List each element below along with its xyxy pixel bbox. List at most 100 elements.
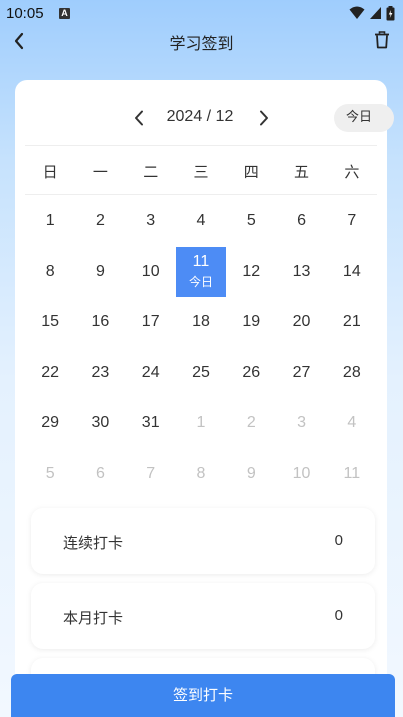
calendar-day[interactable]: 8 — [176, 449, 226, 499]
calendar-week-row: 8 9 10 11 今日 12 13 14 — [25, 246, 377, 297]
today-marker: 今日 — [188, 275, 213, 289]
calendar-day[interactable]: 4 — [327, 398, 377, 448]
calendar-day[interactable]: 16 — [75, 297, 125, 347]
calendar-day[interactable]: 18 — [176, 297, 226, 347]
delete-button[interactable] — [371, 29, 393, 51]
page-title: 学习签到 — [169, 34, 234, 53]
signal-icon — [370, 7, 381, 19]
next-month-button[interactable] — [253, 106, 275, 130]
calendar-day[interactable]: 7 — [327, 196, 377, 246]
day-number: 14 — [342, 262, 361, 280]
calendar-day[interactable]: 1 — [25, 196, 75, 246]
checkin-button[interactable]: 签到打卡 — [11, 674, 395, 717]
chevron-right-icon — [260, 110, 268, 126]
calendar-day[interactable]: 6 — [276, 196, 326, 246]
day-number: 15 — [41, 313, 60, 330]
day-number: 28 — [342, 363, 361, 381]
calendar-day[interactable]: 22 — [25, 348, 75, 398]
month-navigator: 2024 / 12 今日 — [15, 100, 394, 136]
calendar-day[interactable]: 23 — [75, 348, 125, 398]
calendar-day[interactable]: 31 — [126, 398, 176, 448]
calendar-day[interactable]: 5 — [226, 196, 276, 246]
calendar-day[interactable]: 17 — [126, 297, 176, 347]
streak-value: 0 — [334, 532, 343, 549]
status-icons — [349, 5, 395, 21]
calendar-day[interactable]: 27 — [276, 348, 326, 398]
day-number: 21 — [342, 313, 361, 330]
calendar-day[interactable]: 30 — [75, 398, 125, 448]
wifi-icon — [349, 6, 365, 19]
calendar-day[interactable]: 9 — [226, 449, 276, 499]
calendar-day[interactable]: 2 — [226, 398, 276, 448]
weekday-label: 二 — [143, 163, 159, 181]
calendar-day[interactable]: 14 — [327, 247, 377, 297]
day-number: 2 — [246, 414, 256, 431]
day-number: 7 — [146, 464, 156, 482]
calendar-day[interactable]: 12 — [226, 247, 276, 297]
calendar-day[interactable]: 26 — [226, 348, 276, 398]
calendar-day[interactable]: 10 — [126, 247, 176, 297]
calendar-week-row: 1 2 3 4 5 6 7 — [25, 196, 377, 246]
day-number: 1 — [196, 414, 206, 431]
calendar-day[interactable]: 20 — [276, 297, 326, 347]
calendar-day[interactable]: 10 — [276, 449, 326, 499]
today-button[interactable]: 今日 — [334, 104, 394, 132]
day-number: 7 — [347, 212, 357, 229]
day-number: 25 — [192, 363, 210, 381]
calendar-day[interactable]: 5 — [25, 449, 75, 499]
calendar-day[interactable]: 13 — [276, 247, 326, 297]
day-number: 3 — [297, 414, 306, 431]
day-number: 10 — [292, 464, 311, 482]
day-number: 27 — [292, 363, 311, 381]
weekday-label: 三 — [193, 163, 209, 181]
day-number: 4 — [347, 414, 357, 431]
calendar-day-today[interactable]: 11 今日 — [175, 246, 227, 297]
calendar-day[interactable]: 28 — [327, 348, 377, 398]
day-number: 11 — [192, 253, 210, 270]
calendar-day[interactable]: 19 — [226, 297, 276, 347]
calendar-day[interactable]: 29 — [25, 398, 75, 448]
calendar-day[interactable]: 2 — [75, 196, 125, 246]
weekday-label: 日 — [42, 163, 58, 181]
day-number: 29 — [41, 414, 60, 431]
day-number: 23 — [91, 363, 110, 381]
day-number: 11 — [343, 464, 361, 482]
day-number: 17 — [141, 313, 160, 330]
calendar-day[interactable]: 25 — [176, 348, 226, 398]
calendar-day[interactable]: 3 — [126, 196, 176, 246]
weekday-label: 五 — [294, 163, 310, 181]
calendar-day[interactable]: 8 — [25, 247, 75, 297]
day-number: 2 — [95, 212, 105, 229]
day-number: 18 — [192, 313, 210, 330]
day-number: 19 — [242, 313, 261, 330]
day-number: 8 — [45, 262, 55, 280]
status-time: 10:05 — [6, 5, 44, 22]
day-number: 22 — [41, 363, 60, 381]
weekday-label: 四 — [243, 163, 259, 181]
day-number: 16 — [91, 313, 110, 330]
day-number: 9 — [95, 262, 105, 280]
day-number: 10 — [141, 262, 160, 280]
calendar-day[interactable]: 9 — [75, 247, 125, 297]
calendar-day[interactable]: 7 — [126, 449, 176, 499]
calendar-day[interactable]: 21 — [327, 297, 377, 347]
day-number: 30 — [91, 414, 110, 431]
day-number: 5 — [246, 212, 256, 229]
day-number: 6 — [95, 464, 105, 482]
weekday-header: 日 一 二 三 四 五 六 — [25, 158, 377, 186]
calendar-card: 2024 / 12 今日 日 一 二 三 四 五 六 1 2 3 4 5 6 7 8 9 10 11… — [15, 80, 394, 717]
calendar-day[interactable]: 1 — [176, 398, 226, 448]
notification-a-icon: A — [59, 8, 70, 19]
calendar-day[interactable]: 3 — [276, 398, 326, 448]
day-number: 13 — [292, 262, 311, 280]
day-number: 6 — [297, 212, 306, 229]
calendar-day[interactable]: 24 — [126, 348, 176, 398]
calendar-day[interactable]: 15 — [25, 297, 75, 347]
prev-month-button[interactable] — [128, 106, 150, 130]
day-number: 3 — [146, 212, 156, 229]
month-stat-card: 本月打卡 0 — [31, 583, 375, 649]
calendar-day[interactable]: 6 — [75, 449, 125, 499]
day-number: 8 — [196, 464, 206, 482]
calendar-day[interactable]: 4 — [176, 196, 226, 246]
calendar-day[interactable]: 11 — [327, 449, 377, 499]
